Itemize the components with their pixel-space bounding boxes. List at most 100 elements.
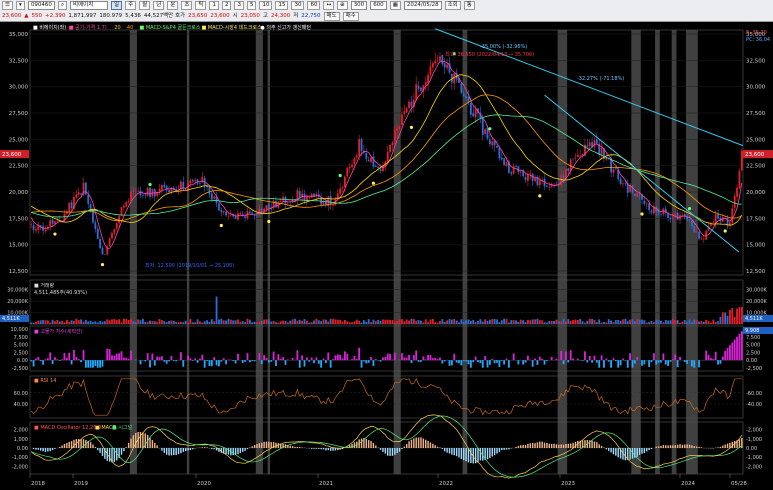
volume-bar (108, 320, 111, 324)
force-bar (657, 360, 660, 363)
macd-histogram-bar (543, 442, 546, 448)
force-bar (724, 350, 727, 361)
date-input[interactable]: 2024/05/28 (403, 1, 442, 10)
force-bar (139, 360, 142, 365)
query-button[interactable]: 조회 (444, 1, 461, 10)
volume-bar (567, 319, 570, 324)
signal-label: ■ 시그널 (112, 424, 133, 431)
force-bar (422, 356, 425, 361)
buy-button[interactable]: 매수 (342, 12, 359, 21)
range-input-2[interactable]: 600 (370, 1, 387, 10)
force-bar (80, 360, 83, 363)
count-60[interactable]: 60 (307, 1, 321, 10)
force-bar (360, 360, 363, 368)
count-5[interactable]: 5 (246, 1, 257, 10)
force-bar (336, 354, 339, 361)
candle-body (410, 101, 413, 107)
force-bar (353, 356, 356, 361)
stock-code-input[interactable]: 090460 (27, 1, 55, 10)
quote-arrow: ▲ (24, 13, 29, 19)
macd-histogram-bar (479, 448, 482, 461)
volume-bar (332, 318, 334, 324)
force-bar (65, 357, 68, 361)
tool-icon-1[interactable]: ↔ (323, 1, 335, 10)
force-bar (676, 360, 679, 368)
period-tab-day[interactable]: 일 (111, 1, 123, 10)
xaxis-label: 2021 (319, 481, 333, 487)
force-bar (277, 354, 280, 361)
macd-histogram-bar (686, 444, 688, 448)
force-bar (591, 360, 593, 363)
force-bar (96, 360, 99, 368)
macd-histogram-bar (695, 446, 698, 448)
candle-body (702, 238, 705, 240)
period-tab-week[interactable]: 주 (125, 1, 137, 10)
force-bar (372, 360, 375, 367)
volume-bar (707, 321, 710, 324)
volume-bar (82, 321, 85, 324)
count-10[interactable]: 10 (259, 1, 273, 10)
tool-icon-2[interactable]: ⊕ (337, 1, 348, 10)
candle-body (370, 157, 372, 163)
force-bar (317, 360, 320, 364)
count-15[interactable]: 15 (275, 1, 289, 10)
volume-bar (49, 322, 52, 324)
force-bar (641, 360, 643, 366)
candle-body (341, 187, 344, 189)
search-icon[interactable]: ⌕ (57, 1, 68, 10)
volume-bar (569, 320, 572, 324)
macd-histogram-bar (92, 444, 94, 448)
candle-body (650, 210, 653, 213)
macd-histogram-bar (491, 448, 493, 457)
force-bar (89, 360, 92, 368)
candle-body (498, 148, 501, 159)
range-input[interactable]: 300 (350, 1, 368, 10)
sell-button[interactable]: 매도 (323, 12, 340, 21)
candle-body (648, 203, 651, 211)
volume-bar (631, 319, 634, 324)
volume-bar (177, 322, 180, 324)
calendar-icon[interactable]: ▦ (389, 1, 401, 10)
macd-histogram-bar (189, 448, 192, 451)
force-bar (265, 358, 268, 361)
period-tab-tick[interactable]: 틱 (195, 1, 207, 10)
period-tab-minute[interactable]: 분 (167, 1, 179, 10)
count-2[interactable]: 2 (221, 1, 232, 10)
sync-button[interactable]: 통 (463, 1, 475, 10)
candle-body (515, 166, 517, 167)
force-bar (448, 360, 451, 366)
candle-body (496, 146, 498, 148)
macd-histogram-bar (593, 441, 596, 448)
candle-body (348, 167, 351, 169)
candle-body (555, 183, 558, 185)
volume-bar (324, 319, 327, 324)
price-ytick-right: 25,000 (746, 137, 766, 143)
force-bar (595, 360, 598, 363)
stock-name-field[interactable]: 비에이치 (70, 1, 109, 10)
force-bar (555, 358, 558, 361)
force-bar (491, 359, 494, 361)
period-tab-month[interactable]: 월 (139, 1, 151, 10)
count-3[interactable]: 3 (234, 1, 244, 10)
volume-bar (729, 309, 731, 324)
dropdown-icon[interactable]: ▾ (15, 1, 25, 10)
period-tab-year[interactable]: 년 (153, 1, 165, 10)
force-bar (32, 360, 35, 367)
force-bar (206, 360, 208, 361)
volume-ytick-right: 20,000K (746, 299, 767, 305)
period-tab-second[interactable]: 초 (181, 1, 193, 10)
volume-bar (267, 319, 270, 324)
macd-histogram-bar (574, 441, 577, 448)
menu-icon[interactable]: ☰ (2, 1, 13, 10)
count-30[interactable]: 30 (291, 1, 305, 10)
price-ytick-left: 12,500 (9, 269, 29, 275)
volume-bar (638, 319, 641, 324)
candle-body (225, 212, 227, 216)
candle-body (398, 126, 401, 130)
force-bar (324, 360, 327, 364)
volume-bar (158, 318, 161, 324)
volume-bar (54, 321, 56, 324)
volume-bar (315, 318, 318, 324)
stock-chart[interactable]: 35,000 35,00032,500 32,50030,000 30,00027,5… (0, 22, 773, 490)
count-1[interactable]: 1 (209, 1, 219, 10)
